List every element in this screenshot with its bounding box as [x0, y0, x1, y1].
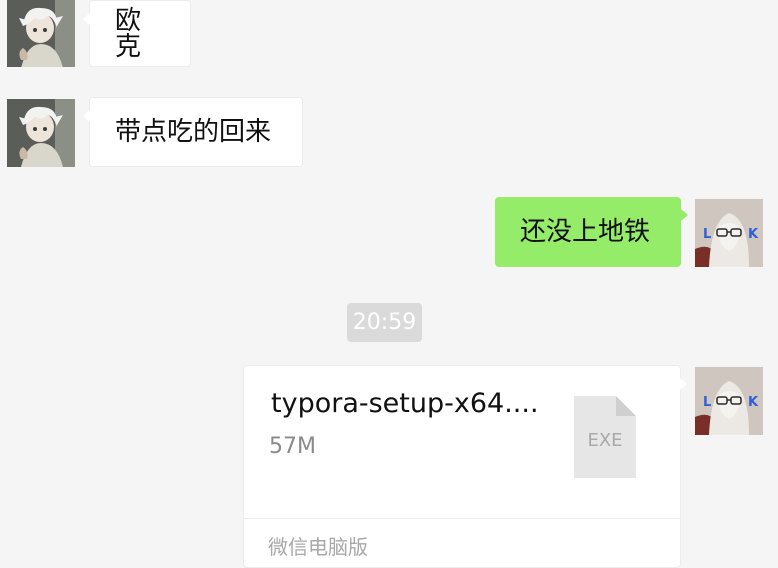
message-text: 还没上地铁 — [520, 217, 651, 247]
svg-text:L: L — [703, 227, 711, 242]
timestamp-text: 20:59 — [352, 310, 417, 335]
message-text: 欧克 — [115, 5, 142, 62]
exe-file-icon: EXE — [574, 396, 636, 478]
bubble-tail — [681, 209, 688, 221]
message-bubble-outgoing[interactable]: 还没上地铁 — [495, 197, 688, 267]
contact-avatar[interactable] — [7, 0, 75, 67]
file-name: typora-setup-x64.... — [271, 388, 539, 419]
svg-text:K: K — [748, 395, 759, 410]
self-avatar-photo-icon: L K — [695, 199, 763, 267]
file-size: 57M — [269, 434, 316, 459]
contact-avatar-anime-icon — [7, 99, 75, 167]
bubble-tail — [680, 378, 687, 390]
bubble-tail — [83, 110, 90, 122]
bubble-tail — [83, 13, 90, 25]
file-message-card[interactable]: typora-setup-x64.... 57M EXE 微信电脑版 — [243, 365, 687, 568]
svg-text:K: K — [748, 227, 759, 242]
message-bubble-incoming[interactable]: 带点吃的回来 — [83, 97, 303, 167]
message-text: 带点吃的回来 — [115, 117, 272, 147]
svg-text:L: L — [703, 395, 711, 410]
self-avatar[interactable]: L K — [695, 367, 763, 435]
contact-avatar-anime-icon — [7, 0, 75, 67]
file-type-label: EXE — [587, 430, 623, 451]
message-timestamp: 20:59 — [347, 303, 422, 342]
self-avatar-photo-icon: L K — [695, 367, 763, 435]
message-bubble-incoming[interactable]: 欧克 — [83, 0, 191, 67]
file-source-label: 微信电脑版 — [268, 535, 368, 559]
self-avatar[interactable]: L K — [695, 199, 763, 267]
contact-avatar[interactable] — [7, 99, 75, 167]
file-card-footer: 微信电脑版 — [244, 518, 680, 567]
